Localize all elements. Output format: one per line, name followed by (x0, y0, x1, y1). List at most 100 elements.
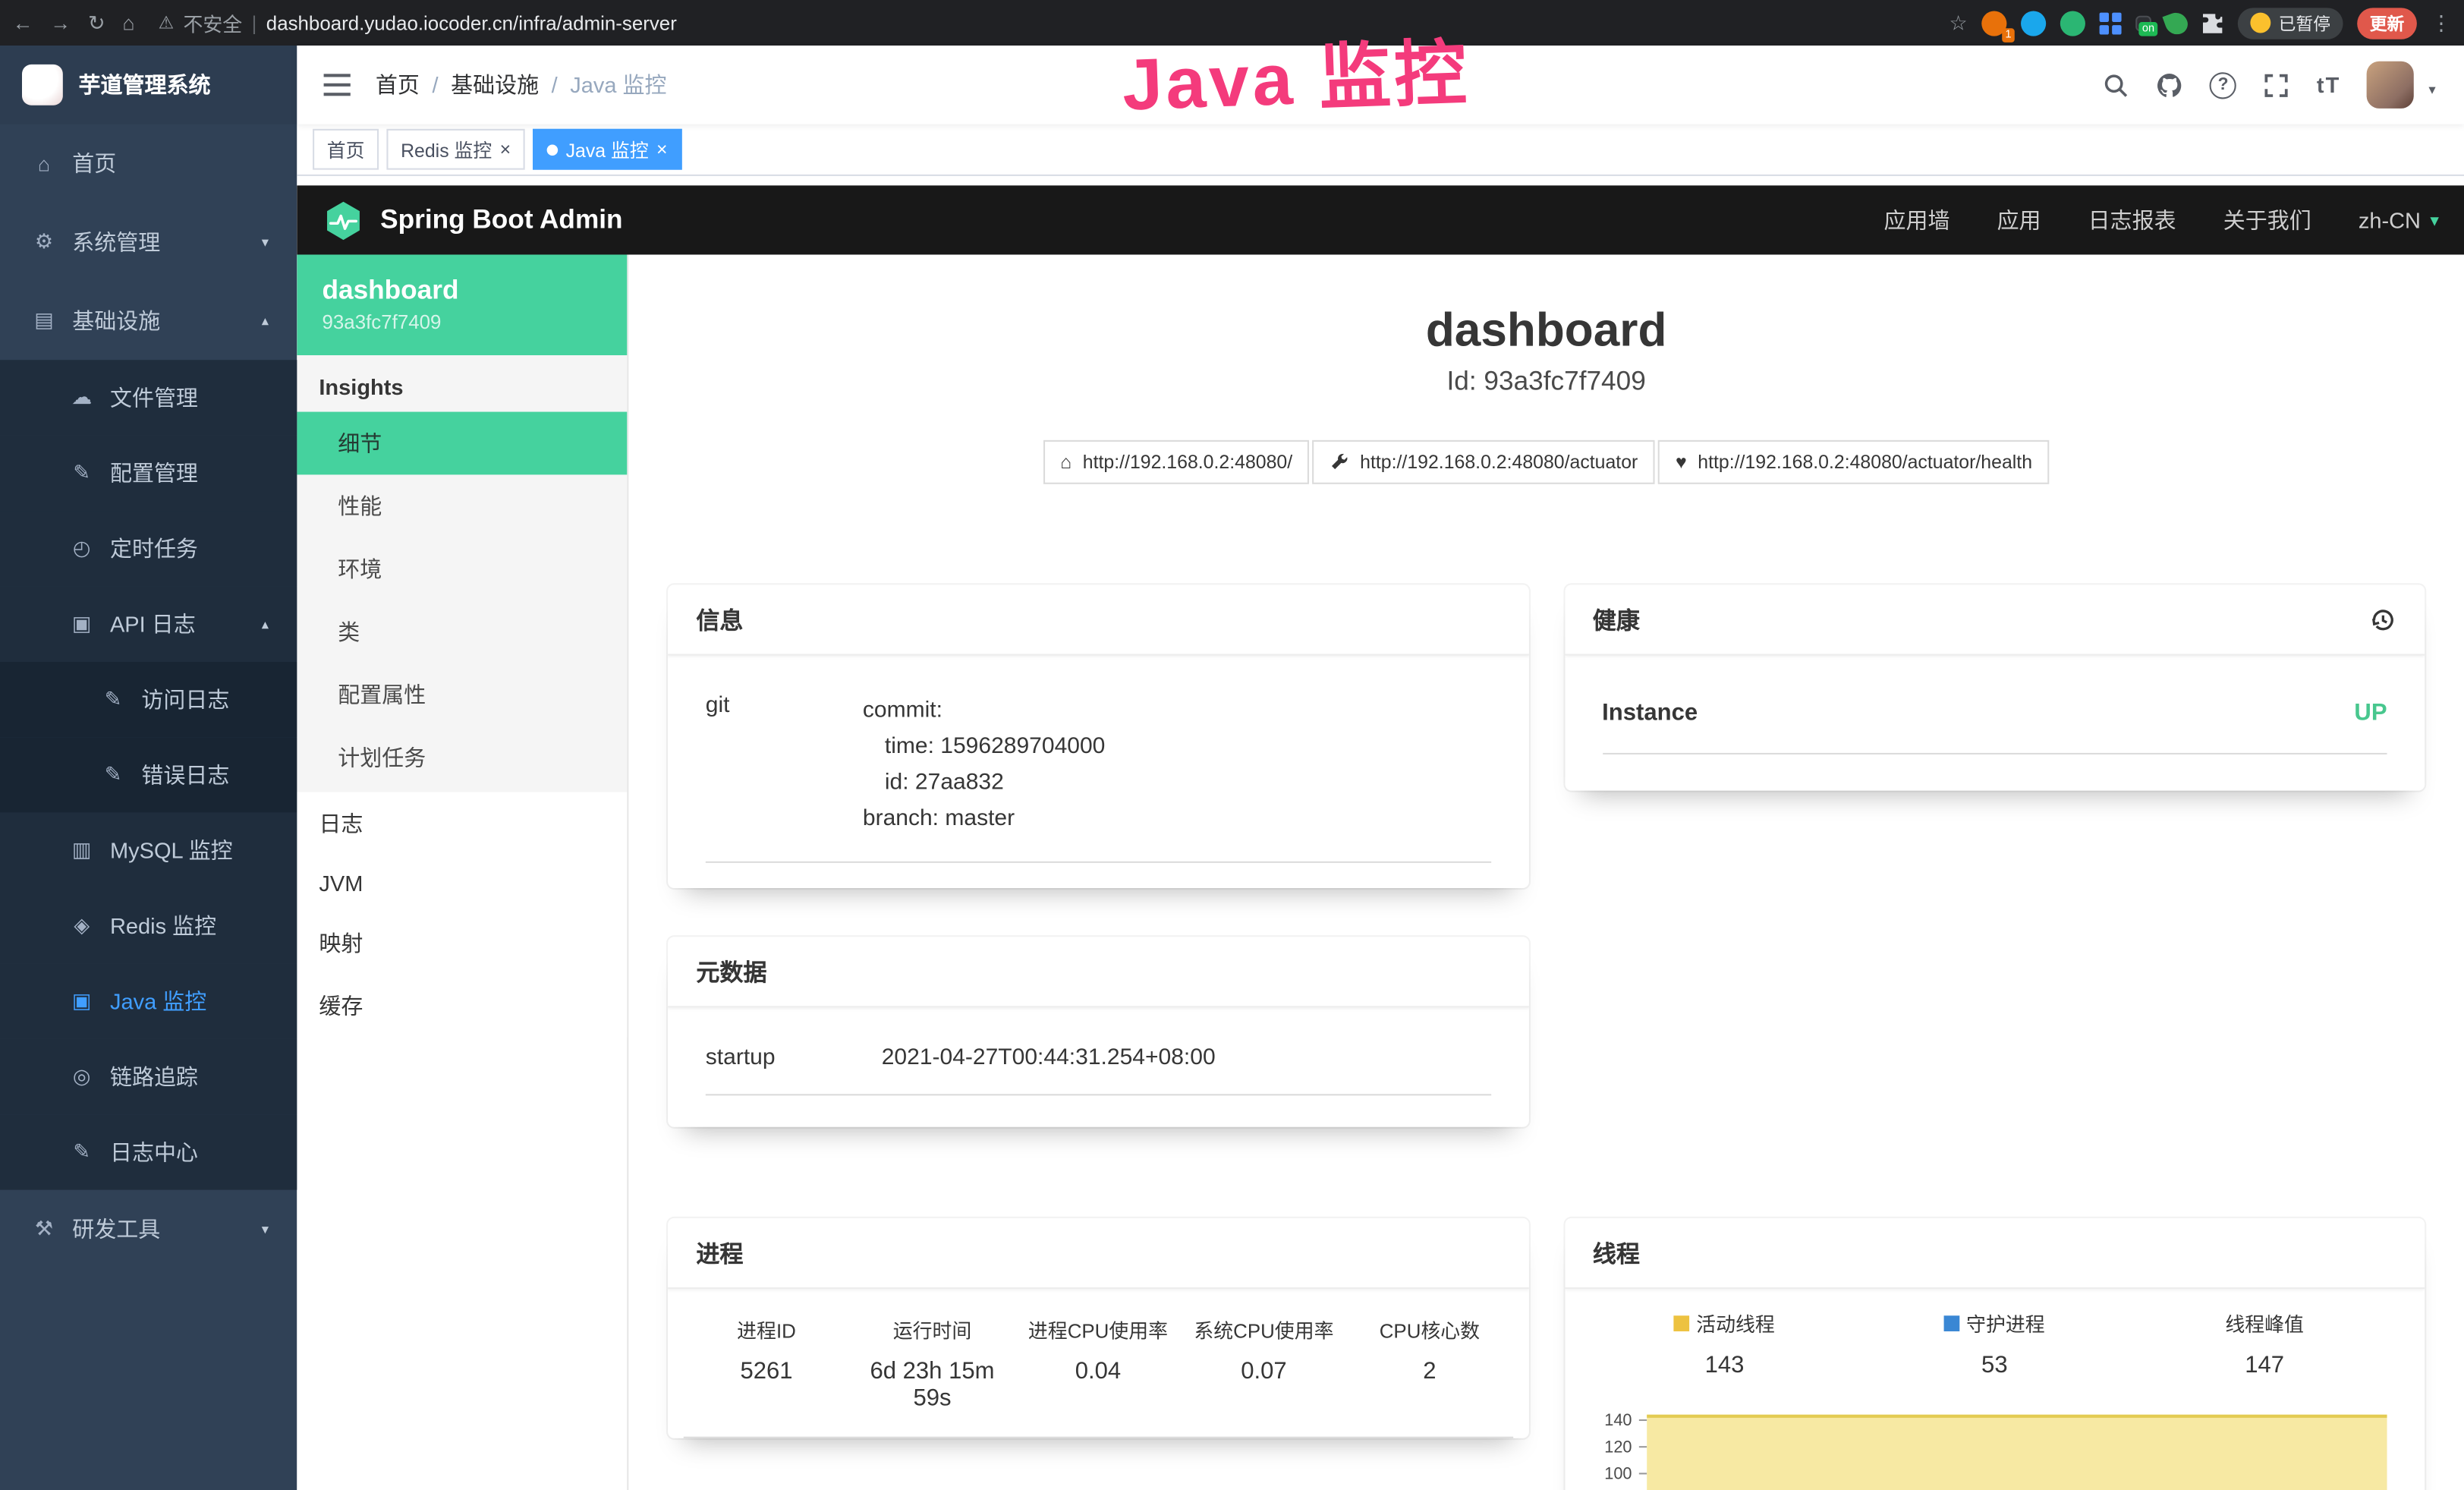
extension-leaf-icon[interactable] (2162, 8, 2190, 36)
forward-icon[interactable]: → (50, 13, 71, 33)
legend-value: 147 (2129, 1352, 2399, 1378)
log-icon: ▣ (69, 612, 94, 637)
profile-paused-badge[interactable]: 已暂停 (2238, 7, 2343, 38)
instance-header[interactable]: dashboard 93a3fc7f7409 (297, 254, 627, 355)
sidebar-item-java-monitor[interactable]: ▣ Java 监控 (0, 963, 297, 1038)
extension-on-badge: on (2139, 21, 2157, 36)
sba-brand[interactable]: Spring Boot Admin (380, 204, 622, 235)
sba-item-logs[interactable]: 日志 (297, 792, 627, 855)
sba-item-environment[interactable]: 环境 (297, 537, 627, 600)
help-icon[interactable]: ? (2210, 71, 2236, 98)
search-icon[interactable] (2103, 71, 2129, 98)
sidebar-item-infra[interactable]: ▤ 基础设施 ▴ (0, 282, 297, 361)
sidebar-item-scheduled-jobs[interactable]: ◴ 定时任务 (0, 511, 297, 586)
sba-item-mappings[interactable]: 映射 (297, 912, 627, 975)
page-instance-id: Id: 93a3fc7f7409 (628, 366, 2464, 397)
sidebar-item-home[interactable]: ⌂ 首页 (0, 124, 297, 203)
info-value: commit: time: 1596289704000 id: 27aa832 … (863, 693, 1106, 838)
sidebar-item-mysql-monitor[interactable]: ▥ MySQL 监控 (0, 813, 297, 888)
locale-label: zh-CN (2359, 207, 2421, 232)
tag-redis-monitor[interactable]: Redis 监控 × (386, 129, 524, 170)
sba-nav-journal[interactable]: 日志报表 (2088, 204, 2176, 235)
card-title: 线程 (1593, 1236, 1640, 1269)
sba-item-metrics[interactable]: 性能 (297, 474, 627, 537)
security-label: 不安全 (184, 8, 243, 37)
card-title: 进程 (696, 1236, 743, 1269)
sidebar-item-error-log[interactable]: ✎ 错误日志 (0, 737, 297, 812)
locale-selector[interactable]: zh-CN ▾ (2359, 207, 2439, 232)
sba-item-caches[interactable]: 缓存 (297, 975, 627, 1038)
sba-nav-wallboard[interactable]: 应用墙 (1883, 204, 1949, 235)
font-size-icon[interactable]: tT (2317, 72, 2341, 97)
tag-home[interactable]: 首页 (313, 129, 379, 170)
extension-orange-icon[interactable]: 1 (1981, 10, 2006, 35)
close-icon[interactable]: × (500, 140, 511, 159)
threads-legend: 活动线程 143 守护进程 53 (1590, 1308, 2399, 1378)
github-icon[interactable] (2157, 71, 2183, 98)
history-icon[interactable] (2370, 606, 2396, 632)
sidebar-item-redis-monitor[interactable]: ◈ Redis 监控 (0, 888, 297, 963)
sba-item-scheduled-tasks[interactable]: 计划任务 (297, 726, 627, 789)
sba-item-details[interactable]: 细节 (297, 412, 627, 475)
health-url-link[interactable]: ♥ http://192.168.0.2:48080/actuator/heal… (1658, 440, 2050, 484)
browser-home-icon[interactable]: ⌂ (122, 13, 134, 33)
sidebar-item-api-log[interactable]: ▣ API 日志 ▴ (0, 586, 297, 661)
insights-label: Insights (297, 355, 627, 412)
url-text: dashboard.yudao.iocoder.cn/infra/admin-s… (266, 12, 677, 34)
sidebar-item-access-log[interactable]: ✎ 访问日志 (0, 662, 297, 737)
sidebar-item-tracing[interactable]: ◎ 链路追踪 (0, 1039, 297, 1114)
fullscreen-icon[interactable] (2263, 71, 2289, 98)
actuator-url-link[interactable]: http://192.168.0.2:48080/actuator (1313, 440, 1655, 484)
threads-card-title: 线程 (1564, 1218, 2425, 1289)
browser-menu-icon[interactable]: ⋮ (2431, 13, 2452, 33)
paused-label: 已暂停 (2279, 10, 2330, 35)
reload-icon[interactable]: ↻ (88, 13, 105, 33)
service-url-link[interactable]: ⌂ http://192.168.0.2:48080/ (1043, 440, 1309, 484)
sidebar-item-log-center[interactable]: ✎ 日志中心 (0, 1114, 297, 1189)
chevron-up-icon: ▴ (262, 312, 269, 329)
sidebar-item-label: 访问日志 (141, 684, 229, 715)
bookmark-star-icon[interactable]: ☆ (1949, 13, 1968, 33)
y-tick-label: 140 (1604, 1411, 1632, 1430)
spring-boot-admin-logo[interactable] (323, 199, 365, 241)
extension-drop-icon[interactable] (2021, 10, 2046, 35)
card-title: 元数据 (696, 955, 766, 988)
sidebar-item-config-manage[interactable]: ✎ 配置管理 (0, 436, 297, 511)
link-url: http://192.168.0.2:48080/actuator/health (1698, 451, 2032, 473)
extensions-puzzle-icon[interactable] (2201, 12, 2223, 34)
home-icon: ⌂ (31, 152, 56, 175)
sba-item-config-props[interactable]: 配置属性 (297, 663, 627, 726)
back-icon[interactable]: ← (13, 13, 33, 33)
cards-left-column: 信息 git commit: time: 1596289704000 (668, 584, 1528, 1490)
breadcrumb-infra[interactable]: 基础设施 (451, 69, 539, 100)
info-card-body: git commit: time: 1596289704000 id: 27aa… (668, 656, 1528, 863)
process-card-body: 进程ID 5261 运行时间 6d 23h 15m 59s (668, 1289, 1528, 1438)
user-avatar[interactable] (2368, 61, 2415, 109)
hamburger-icon[interactable] (297, 46, 376, 124)
legend-value: 53 (1859, 1351, 2129, 1378)
sba-item-jvm[interactable]: JVM (297, 855, 627, 912)
sidebar-item-label: Java 监控 (110, 985, 206, 1016)
sba-nav-applications[interactable]: 应用 (1997, 204, 2041, 235)
pencil-square-icon: ✎ (101, 687, 126, 712)
address-bar[interactable]: ⚠ 不安全 | dashboard.yudao.iocoder.cn/infra… (159, 8, 677, 37)
column-header: 进程CPU使用率 (1015, 1314, 1181, 1344)
sidebar-item-system[interactable]: ⚙ 系统管理 ▾ (0, 203, 297, 282)
tag-java-monitor[interactable]: Java 监控 × (533, 129, 681, 170)
chrome-update-button[interactable]: 更新 (2357, 7, 2417, 38)
process-col-proc-cpu: 进程CPU使用率 0.04 (1015, 1314, 1181, 1411)
git-id-line: id: 27aa832 (863, 765, 1106, 802)
sba-nav-about[interactable]: 关于我们 (2223, 204, 2311, 235)
sidebar-item-file-manage[interactable]: ☁ 文件管理 (0, 360, 297, 435)
breadcrumb-home[interactable]: 首页 (376, 69, 420, 100)
extension-grid-icon[interactable] (2100, 12, 2122, 34)
extension-green-circle-icon[interactable] (2060, 10, 2085, 35)
extension-switch-icon[interactable]: on (2135, 15, 2151, 31)
legend-label: 线程峰值 (2225, 1308, 2304, 1337)
app-logo-row[interactable]: 芋道管理系统 (0, 46, 297, 124)
sidebar-item-dev-tools[interactable]: ⚒ 研发工具 ▾ (0, 1190, 297, 1269)
close-icon[interactable]: × (656, 140, 668, 159)
sba-navbar: Spring Boot Admin 应用墙 应用 日志报表 关于我们 zh-CN… (297, 185, 2464, 254)
chevron-down-icon[interactable]: ▾ (2428, 82, 2435, 109)
sba-item-classes[interactable]: 类 (297, 600, 627, 663)
